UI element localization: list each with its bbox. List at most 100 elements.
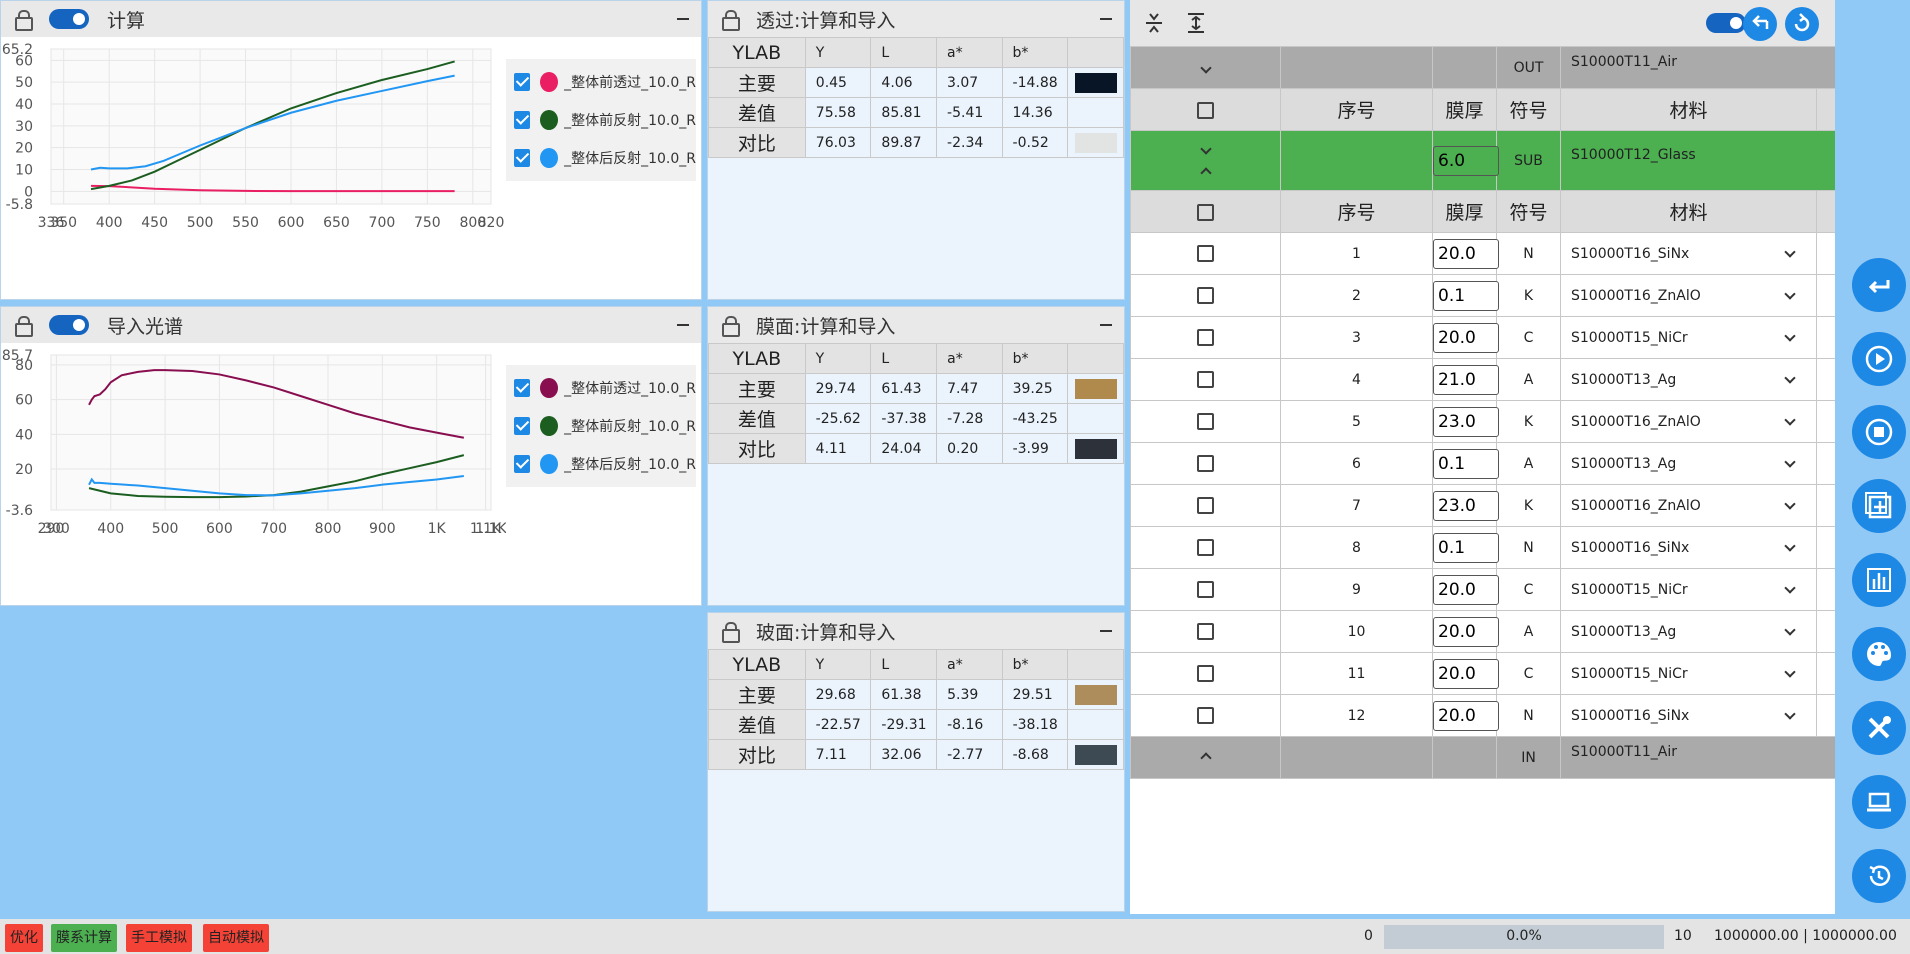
chevron-up-icon[interactable] xyxy=(1199,166,1212,179)
collapse-all-icon[interactable] xyxy=(1144,12,1164,34)
chevron-down-icon[interactable] xyxy=(1784,329,1796,342)
layer-row[interactable]: 1 N S10000T16_SiNx xyxy=(1130,232,1835,275)
chevron-down-icon[interactable] xyxy=(1784,623,1796,636)
minimize-icon[interactable] xyxy=(675,315,691,335)
minimize-icon[interactable] xyxy=(675,9,691,29)
material-select[interactable]: S10000T16_SiNx xyxy=(1560,232,1817,275)
layer-thickness-input[interactable] xyxy=(1433,574,1499,605)
layer-select-checkbox[interactable] xyxy=(1197,707,1214,724)
layer-thickness-input[interactable] xyxy=(1433,616,1499,647)
chevron-down-icon[interactable] xyxy=(1199,142,1212,155)
minimize-icon[interactable] xyxy=(1098,315,1114,335)
layer-toggle[interactable] xyxy=(1706,13,1746,33)
series-checkbox[interactable] xyxy=(514,417,531,435)
status-action-button[interactable]: 手工模拟 xyxy=(126,924,192,952)
layer-row[interactable]: 5 K S10000T16_ZnAlO xyxy=(1130,400,1835,443)
material-select[interactable]: S10000T13_Ag xyxy=(1560,358,1817,401)
lock-icon[interactable] xyxy=(722,316,740,337)
expand-all-icon[interactable] xyxy=(1186,12,1206,34)
chevron-down-icon[interactable] xyxy=(1784,413,1796,426)
chevron-down-icon[interactable] xyxy=(1784,581,1796,594)
play-button[interactable] xyxy=(1852,332,1906,386)
undo-button[interactable] xyxy=(1743,7,1777,41)
chevron-down-icon[interactable] xyxy=(1784,665,1796,678)
material-select[interactable]: S10000T16_SiNx xyxy=(1560,694,1817,737)
chevron-down-icon[interactable] xyxy=(1199,61,1212,74)
tools-button[interactable] xyxy=(1852,701,1906,755)
series-checkbox[interactable] xyxy=(514,455,531,473)
legend-item[interactable]: _整体前反射_10.0_R xyxy=(506,407,696,445)
layer-thickness-input[interactable] xyxy=(1433,658,1499,689)
material-select[interactable]: S10000T15_NiCr xyxy=(1560,316,1817,359)
material-select[interactable]: S10000T16_ZnAlO xyxy=(1560,400,1817,443)
layer-select-checkbox[interactable] xyxy=(1197,581,1214,598)
chevron-up-icon[interactable] xyxy=(1199,751,1212,764)
layer-row[interactable]: 7 K S10000T16_ZnAlO xyxy=(1130,484,1835,527)
layer-select-checkbox[interactable] xyxy=(1197,623,1214,640)
layer-row[interactable]: 11 C S10000T15_NiCr xyxy=(1130,652,1835,695)
legend-item[interactable]: _整体后反射_10.0_R xyxy=(506,139,696,177)
chevron-down-icon[interactable] xyxy=(1784,245,1796,258)
layer-row[interactable]: 6 A S10000T13_Ag xyxy=(1130,442,1835,485)
layer-row[interactable]: 8 N S10000T16_SiNx xyxy=(1130,526,1835,569)
back-button[interactable] xyxy=(1852,258,1906,312)
substrate-thickness-input[interactable] xyxy=(1433,145,1499,176)
select-all-checkbox[interactable] xyxy=(1197,203,1214,221)
layer-row[interactable]: 2 K S10000T16_ZnAlO xyxy=(1130,274,1835,317)
layer-thickness-input[interactable] xyxy=(1433,280,1499,311)
layer-thickness-input[interactable] xyxy=(1433,448,1499,479)
layer-row[interactable]: 3 C S10000T15_NiCr xyxy=(1130,316,1835,359)
stop-button[interactable] xyxy=(1852,405,1906,459)
lock-icon[interactable] xyxy=(722,10,740,31)
layer-select-checkbox[interactable] xyxy=(1197,245,1214,262)
layer-thickness-input[interactable] xyxy=(1433,700,1499,731)
legend-item[interactable]: _整体后反射_10.0_R xyxy=(506,445,696,483)
layer-row[interactable]: 12 N S10000T16_SiNx xyxy=(1130,694,1835,737)
legend-item[interactable]: _整体前透过_10.0_R xyxy=(506,369,696,407)
chevron-down-icon[interactable] xyxy=(1784,497,1796,510)
layer-select-checkbox[interactable] xyxy=(1197,287,1214,304)
chevron-down-icon[interactable] xyxy=(1784,371,1796,384)
lock-icon[interactable] xyxy=(15,10,33,31)
layer-select-checkbox[interactable] xyxy=(1197,665,1214,682)
chart-bars-button[interactable] xyxy=(1852,553,1906,607)
layer-thickness-input[interactable] xyxy=(1433,364,1499,395)
material-select[interactable]: S10000T16_ZnAlO xyxy=(1560,274,1817,317)
minimize-icon[interactable] xyxy=(1098,621,1114,641)
layer-thickness-input[interactable] xyxy=(1433,406,1499,437)
layer-row[interactable]: 4 A S10000T13_Ag xyxy=(1130,358,1835,401)
layer-thickness-input[interactable] xyxy=(1433,238,1499,269)
layer-row[interactable]: 9 C S10000T15_NiCr xyxy=(1130,568,1835,611)
layer-row[interactable]: 10 A S10000T13_Ag xyxy=(1130,610,1835,653)
legend-item[interactable]: _整体前反射_10.0_R xyxy=(506,101,696,139)
layer-thickness-input[interactable] xyxy=(1433,490,1499,521)
lock-icon[interactable] xyxy=(722,622,740,643)
series-checkbox[interactable] xyxy=(514,379,531,397)
history-button[interactable] xyxy=(1852,849,1906,903)
layer-select-checkbox[interactable] xyxy=(1197,497,1214,514)
layer-select-checkbox[interactable] xyxy=(1197,371,1214,388)
chevron-down-icon[interactable] xyxy=(1784,455,1796,468)
select-all-checkbox[interactable] xyxy=(1197,101,1214,119)
palette-button[interactable] xyxy=(1852,627,1906,681)
status-action-button[interactable]: 膜系计算 xyxy=(51,924,117,952)
layer-thickness-input[interactable] xyxy=(1433,322,1499,353)
lock-icon[interactable] xyxy=(15,316,33,337)
legend-item[interactable]: _整体前透过_10.0_R xyxy=(506,63,696,101)
layer-thickness-input[interactable] xyxy=(1433,532,1499,563)
chevron-down-icon[interactable] xyxy=(1784,287,1796,300)
material-select[interactable]: S10000T16_ZnAlO xyxy=(1560,484,1817,527)
series-checkbox[interactable] xyxy=(514,73,531,91)
chevron-down-icon[interactable] xyxy=(1784,707,1796,720)
layer-select-checkbox[interactable] xyxy=(1197,539,1214,556)
layer-select-checkbox[interactable] xyxy=(1197,455,1214,472)
layer-select-checkbox[interactable] xyxy=(1197,329,1214,346)
status-action-button[interactable]: 优化 xyxy=(5,924,43,952)
add-layer-button[interactable] xyxy=(1852,479,1906,533)
material-select[interactable]: S10000T16_SiNx xyxy=(1560,526,1817,569)
refresh-button[interactable] xyxy=(1785,7,1819,41)
series-checkbox[interactable] xyxy=(514,111,531,129)
material-select[interactable]: S10000T13_Ag xyxy=(1560,610,1817,653)
calc-toggle[interactable] xyxy=(49,9,89,29)
chevron-down-icon[interactable] xyxy=(1784,539,1796,552)
